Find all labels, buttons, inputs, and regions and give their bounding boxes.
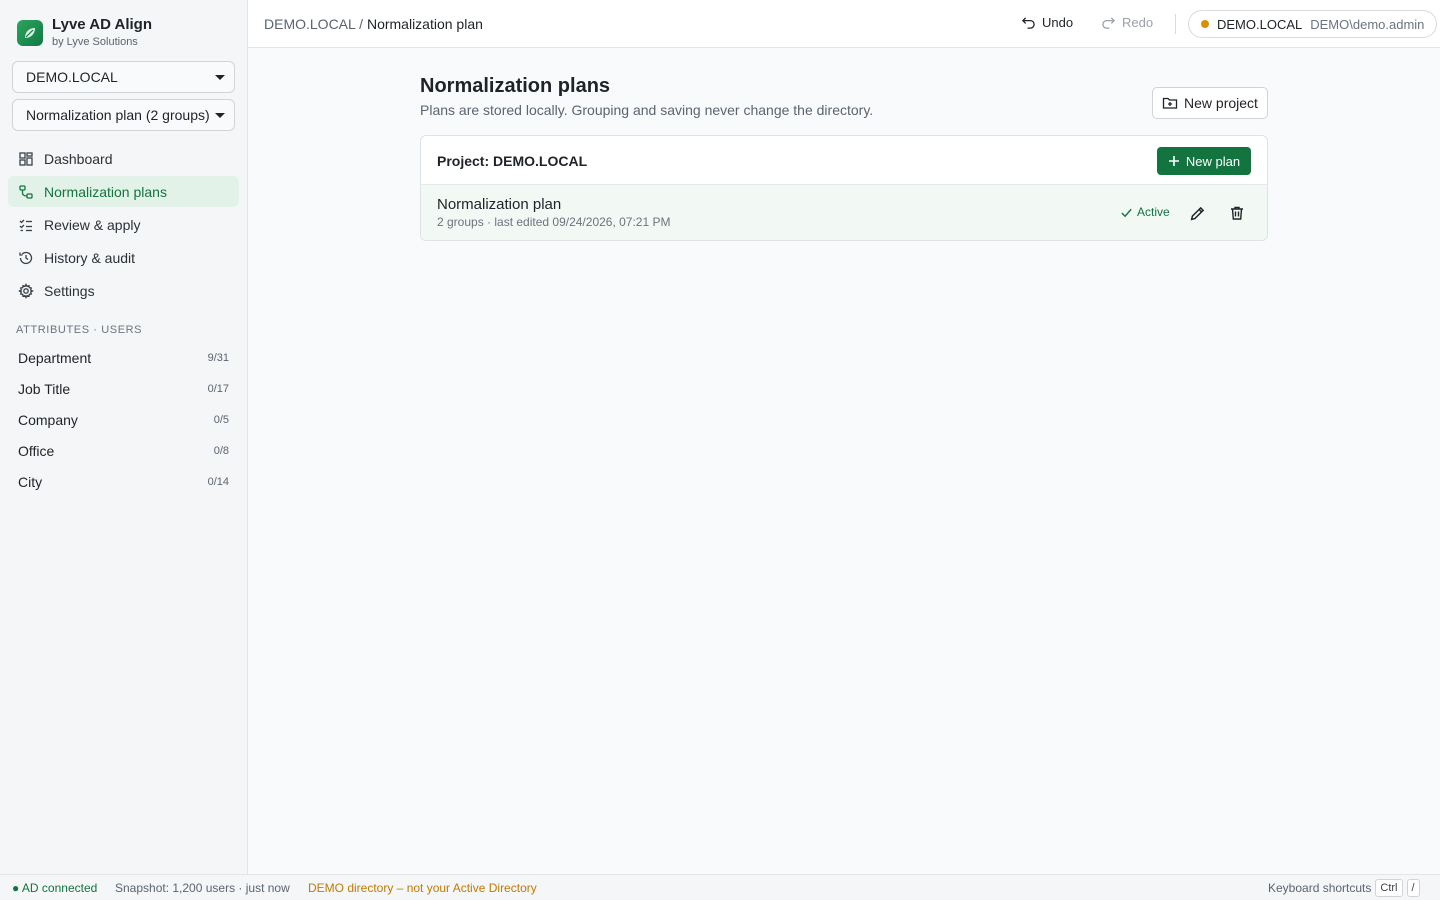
attribute-count: 0/17 xyxy=(207,382,229,395)
attribute-name: Job Title xyxy=(18,380,71,397)
app-byline: by Lyve Solutions xyxy=(52,36,138,48)
connection-status-icon xyxy=(1201,20,1209,28)
attribute-name: Office xyxy=(18,442,55,459)
top-bar: DEMO.LOCAL / Normalization plan Undo Red… xyxy=(248,0,1440,48)
redo-icon xyxy=(1102,17,1116,29)
new-project-button[interactable]: New project xyxy=(1152,87,1268,119)
connection-pill[interactable]: DEMO.LOCAL DEMO\demo.admin xyxy=(1188,10,1438,38)
plus-icon xyxy=(1168,156,1179,166)
attribute-name: Company xyxy=(18,411,78,428)
attribute-count: 9/31 xyxy=(207,351,229,364)
attribute-item-office[interactable]: Office 0/8 xyxy=(8,435,239,466)
breadcrumb-separator: / xyxy=(359,16,364,32)
attribute-item-city[interactable]: City 0/14 xyxy=(8,466,239,497)
nav-item-review-apply[interactable]: Review & apply xyxy=(8,209,239,240)
attribute-item-job-title[interactable]: Job Title 0/17 xyxy=(8,373,239,404)
breadcrumb-current: Normalization plan xyxy=(366,16,483,32)
new-project-label: New project xyxy=(1184,95,1258,111)
sidebar: Lyve AD Align by Lyve Solutions DEMO.LOC… xyxy=(0,0,248,874)
status-bar: ● AD connected Snapshot: 1,200 users · j… xyxy=(0,874,1440,900)
attributes-section-label: ATTRIBUTES · USERS xyxy=(16,324,143,336)
plan-meta: 2 groups · last edited 09/24/2026, 07:21… xyxy=(437,215,671,229)
page-title: Normalization plans xyxy=(420,75,611,97)
plan-name: Normalization plan xyxy=(437,196,562,213)
plan-select-value: Normalization plan (2 groups) xyxy=(26,107,210,123)
nav-item-settings[interactable]: Settings xyxy=(8,275,239,306)
breadcrumb-root[interactable]: DEMO.LOCAL xyxy=(264,16,355,32)
app-logo-icon xyxy=(17,19,43,46)
toolbar-divider xyxy=(1175,14,1176,34)
undo-label: Undo xyxy=(1042,15,1074,30)
plan-row[interactable]: Normalization plan 2 groups · last edite… xyxy=(421,185,1267,240)
redo-button[interactable]: Redo xyxy=(1101,15,1153,30)
attribute-list: Department 9/31 Job Title 0/17 Company 0… xyxy=(8,342,239,497)
keyboard-shortcuts-label: Keyboard shortcuts xyxy=(1268,881,1372,895)
attribute-name: Department xyxy=(18,349,92,366)
nav-label: Review & apply xyxy=(44,216,141,233)
new-plan-label: New plan xyxy=(1185,153,1241,169)
shortcut-key-slash: / xyxy=(1406,879,1420,897)
attribute-count: 0/14 xyxy=(207,475,229,488)
attribute-count: 0/8 xyxy=(213,444,229,457)
project-card-header: Project: DEMO.LOCAL New plan xyxy=(421,136,1267,185)
project-card: Project: DEMO.LOCAL New plan Normalizati… xyxy=(420,135,1268,241)
app-name: Lyve AD Align xyxy=(52,16,153,33)
nav-label: Settings xyxy=(44,282,95,299)
nav-item-history-audit[interactable]: History & audit xyxy=(8,242,239,273)
plans-icon xyxy=(19,184,33,199)
pencil-icon xyxy=(1190,206,1204,220)
plan-status-label: Active xyxy=(1137,205,1170,219)
new-plan-button[interactable]: New plan xyxy=(1157,147,1251,175)
shortcut-key-ctrl: Ctrl xyxy=(1375,879,1403,897)
nav-label: Dashboard xyxy=(44,150,113,167)
keyboard-shortcuts-link[interactable]: Keyboard shortcuts Ctrl / xyxy=(1268,876,1420,900)
check-icon xyxy=(1121,208,1132,217)
nav-label: Normalization plans xyxy=(44,183,167,200)
folder-plus-icon xyxy=(1162,97,1178,109)
gear-icon xyxy=(18,282,34,299)
nav-label: History & audit xyxy=(44,249,136,266)
chevron-down-icon xyxy=(215,75,225,80)
attribute-name: City xyxy=(18,473,43,490)
ad-connection-status: ● AD connected xyxy=(12,881,98,895)
demo-warning: DEMO directory – not your Active Directo… xyxy=(308,881,537,895)
plan-select[interactable]: Normalization plan (2 groups) xyxy=(12,99,235,131)
connection-domain: DEMO.LOCAL xyxy=(1217,16,1303,32)
history-icon xyxy=(19,251,33,264)
main-nav: Dashboard Normalization plans Review & a… xyxy=(8,143,239,308)
nav-item-normalization-plans[interactable]: Normalization plans xyxy=(8,176,239,207)
project-title: Project: DEMO.LOCAL xyxy=(437,153,588,169)
nav-item-dashboard[interactable]: Dashboard xyxy=(8,143,239,174)
domain-select-value: DEMO.LOCAL xyxy=(26,69,118,85)
attribute-count: 0/5 xyxy=(213,413,229,426)
chevron-down-icon xyxy=(215,113,225,118)
brand: Lyve AD Align by Lyve Solutions xyxy=(17,16,152,49)
plan-status-badge: Active xyxy=(1120,205,1170,219)
page-subtitle: Plans are stored locally. Grouping and s… xyxy=(420,102,874,118)
attribute-item-company[interactable]: Company 0/5 xyxy=(8,404,239,435)
domain-select[interactable]: DEMO.LOCAL xyxy=(12,61,235,93)
checklist-icon xyxy=(19,219,32,231)
connection-user: DEMO\demo.admin xyxy=(1310,16,1425,32)
breadcrumb: DEMO.LOCAL / Normalization plan xyxy=(264,16,483,32)
dashboard-icon xyxy=(19,151,33,166)
undo-button[interactable]: Undo xyxy=(1021,15,1073,30)
delete-plan-button[interactable] xyxy=(1226,202,1248,224)
trash-icon xyxy=(1231,206,1243,220)
attribute-item-department[interactable]: Department 9/31 xyxy=(8,342,239,373)
snapshot-info: Snapshot: 1,200 users · just now xyxy=(115,881,290,895)
edit-plan-button[interactable] xyxy=(1186,202,1208,224)
undo-icon xyxy=(1021,17,1035,29)
redo-label: Redo xyxy=(1122,15,1154,30)
